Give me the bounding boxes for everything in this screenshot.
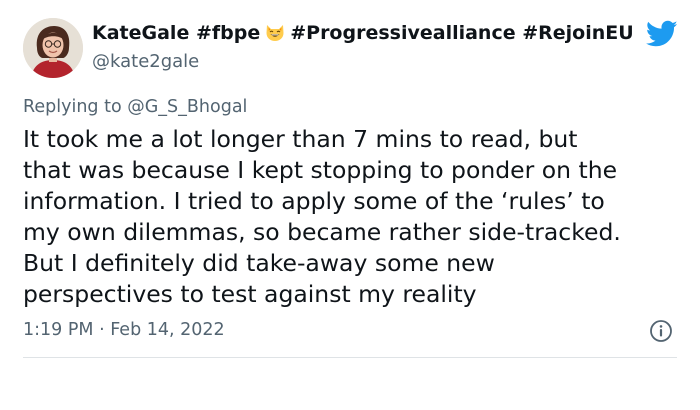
author-name-part-2: #Progressivealliance #RejoinEU xyxy=(290,22,634,44)
twitter-bird-icon[interactable] xyxy=(645,20,678,48)
author-handle[interactable]: @kate2gale xyxy=(92,50,199,74)
replying-to-label: Replying to xyxy=(23,97,122,117)
tweet-text-line: perspectives to test against my reality xyxy=(23,280,477,309)
divider xyxy=(23,357,677,358)
grinning-cat-emoji-icon xyxy=(264,21,286,50)
author-name-part-1: KateGale #fbpe xyxy=(92,22,261,44)
tweet-text-line: But I definitely did take-away some new xyxy=(23,249,495,278)
replying-to: Replying to @G_S_Bhogal xyxy=(23,95,247,119)
replying-to-handle-link[interactable]: @G_S_Bhogal xyxy=(127,97,247,117)
tweet-text-line: my own dilemmas, so became rather side-t… xyxy=(23,218,621,247)
author-display-name[interactable]: KateGale #fbpe #Progressivealliance #Rej… xyxy=(92,20,634,50)
avatar-image xyxy=(23,18,83,78)
tweet-text-line: that was because I kept stopping to pond… xyxy=(23,156,618,185)
tweet-card: KateGale #fbpe #Progressivealliance #Rej… xyxy=(0,0,700,410)
tweet-text: It took me a lot longer than 7 mins to r… xyxy=(23,124,693,311)
tweet-text-line: It took me a lot longer than 7 mins to r… xyxy=(23,125,578,153)
info-icon[interactable] xyxy=(649,319,673,343)
tweet-timestamp[interactable]: 1:19 PM · Feb 14, 2022 xyxy=(23,318,225,342)
avatar[interactable] xyxy=(23,18,83,78)
tweet-text-line: information. I tried to apply some of th… xyxy=(23,187,605,216)
